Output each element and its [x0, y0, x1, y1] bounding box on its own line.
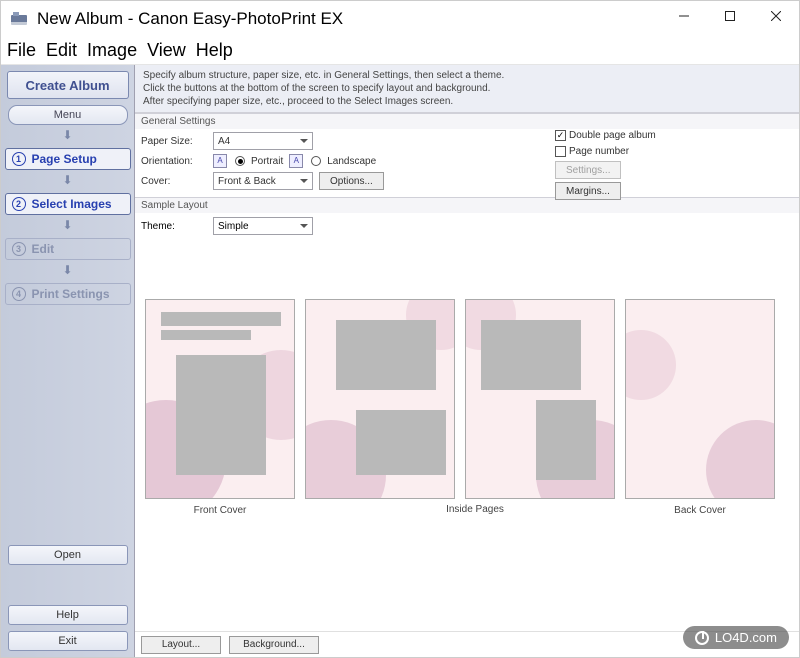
menu-view[interactable]: View: [147, 40, 186, 61]
menu-button[interactable]: Menu: [8, 105, 128, 125]
back-cover-wrap: Back Cover: [625, 299, 775, 516]
thumbnails-row: Front Cover Inside Pages: [135, 239, 799, 526]
menu-help[interactable]: Help: [196, 40, 233, 61]
flow-arrow-icon: ⬇: [61, 128, 75, 142]
general-settings-group: General Settings Paper Size: A4 Orientat…: [135, 113, 799, 197]
minimize-button[interactable]: [661, 1, 707, 31]
step-label: Edit: [32, 242, 55, 256]
margins-button[interactable]: Margins...: [555, 182, 621, 200]
page-number-checkbox[interactable]: [555, 146, 566, 157]
watermark: LO4D.com: [683, 626, 789, 649]
landscape-icon: A: [289, 154, 303, 168]
main-area: Create Album Menu ⬇ 1Page Setup ⬇ 2Selec…: [1, 65, 799, 657]
app-icon: [9, 9, 29, 29]
theme-label: Theme:: [141, 221, 207, 232]
back-cover-thumb[interactable]: [625, 299, 775, 499]
menu-edit[interactable]: Edit: [46, 40, 77, 61]
portrait-radio[interactable]: [235, 156, 245, 166]
layout-button[interactable]: Layout...: [141, 636, 221, 654]
sample-layout-group: Sample Layout Theme: Simple Front Cover: [135, 197, 799, 657]
sidebar: Create Album Menu ⬇ 1Page Setup ⬇ 2Selec…: [1, 65, 135, 657]
landscape-radio[interactable]: [311, 156, 321, 166]
paper-size-label: Paper Size:: [141, 136, 207, 147]
hint-line: After specifying paper size, etc., proce…: [143, 95, 791, 108]
flow-arrow-icon: ⬇: [61, 173, 75, 187]
maximize-button[interactable]: [707, 1, 753, 31]
back-cover-label: Back Cover: [674, 505, 726, 516]
options-button[interactable]: Options...: [319, 172, 384, 190]
right-options: Double page album Page number: [555, 127, 656, 159]
open-button[interactable]: Open: [8, 545, 128, 565]
step-label: Select Images: [32, 197, 112, 211]
landscape-label: Landscape: [327, 156, 376, 167]
step-edit[interactable]: 3Edit: [5, 238, 131, 260]
portrait-icon: A: [213, 154, 227, 168]
inside-right-wrap: Inside Pages: [465, 299, 615, 516]
group-title: General Settings: [135, 114, 799, 129]
inside-left-wrap: Inside Pages: [305, 299, 455, 516]
front-cover-wrap: Front Cover: [145, 299, 295, 516]
cover-dropdown[interactable]: Front & Back: [213, 172, 313, 190]
menu-image[interactable]: Image: [87, 40, 137, 61]
flow-arrow-icon: ⬇: [61, 263, 75, 277]
step-label: Print Settings: [32, 287, 110, 301]
inside-pages-label-center: Inside Pages: [395, 504, 555, 515]
front-cover-label: Front Cover: [194, 505, 247, 516]
settings-button[interactable]: Settings...: [555, 161, 621, 179]
step-page-setup[interactable]: 1Page Setup: [5, 148, 131, 170]
window-title: New Album - Canon Easy-PhotoPrint EX: [37, 9, 661, 29]
help-button[interactable]: Help: [8, 605, 128, 625]
menubar: File Edit Image View Help: [1, 37, 799, 65]
double-page-checkbox[interactable]: [555, 130, 566, 141]
menu-file[interactable]: File: [7, 40, 36, 61]
watermark-text: LO4D.com: [715, 630, 777, 645]
step-print-settings[interactable]: 4Print Settings: [5, 283, 131, 305]
page-number-label: Page number: [569, 146, 629, 157]
window-controls: [661, 1, 799, 37]
hint-panel: Specify album structure, paper size, etc…: [135, 65, 799, 113]
globe-icon: [695, 631, 709, 645]
orientation-label: Orientation:: [141, 156, 207, 167]
background-button[interactable]: Background...: [229, 636, 319, 654]
group-title: Sample Layout: [135, 198, 799, 213]
flow-arrow-icon: ⬇: [61, 218, 75, 232]
inside-right-thumb[interactable]: [465, 299, 615, 499]
front-cover-thumb[interactable]: [145, 299, 295, 499]
cover-label: Cover:: [141, 176, 207, 187]
paper-size-dropdown[interactable]: A4: [213, 132, 313, 150]
exit-button[interactable]: Exit: [8, 631, 128, 651]
inside-left-thumb[interactable]: [305, 299, 455, 499]
double-page-label: Double page album: [569, 130, 656, 141]
sidebar-header: Create Album: [7, 71, 129, 99]
theme-dropdown[interactable]: Simple: [213, 217, 313, 235]
hint-line: Specify album structure, paper size, etc…: [143, 69, 791, 82]
hint-line: Click the buttons at the bottom of the s…: [143, 82, 791, 95]
step-label: Page Setup: [32, 152, 97, 166]
portrait-label: Portrait: [251, 156, 283, 167]
titlebar: New Album - Canon Easy-PhotoPrint EX: [1, 1, 799, 37]
content-area: Specify album structure, paper size, etc…: [135, 65, 799, 657]
step-select-images[interactable]: 2Select Images: [5, 193, 131, 215]
close-button[interactable]: [753, 1, 799, 31]
